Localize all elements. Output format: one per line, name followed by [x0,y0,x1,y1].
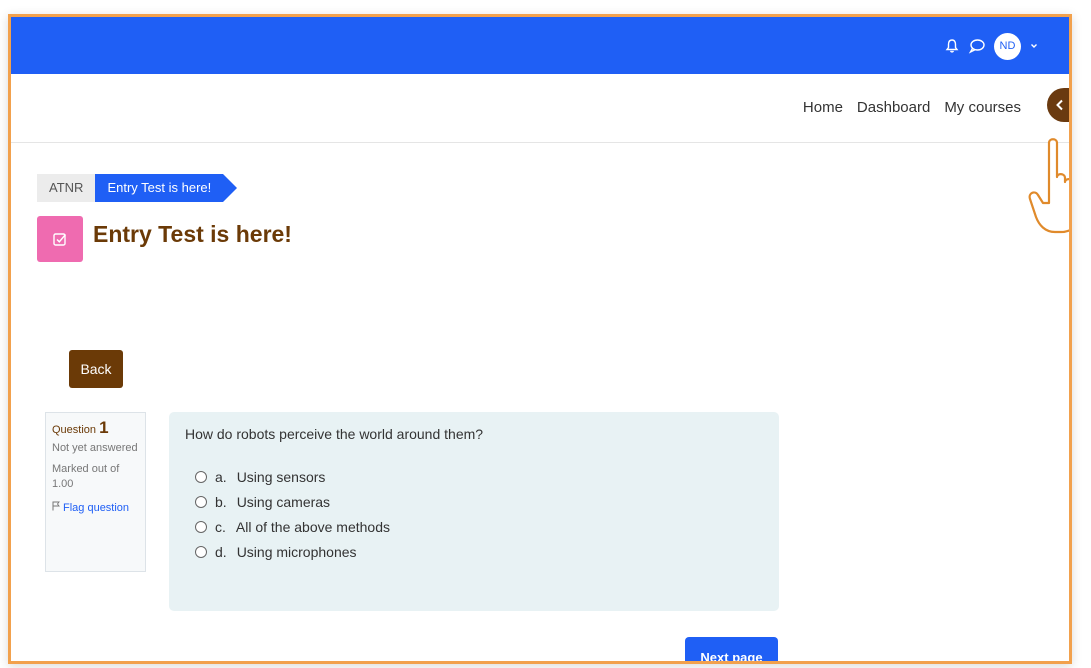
answer-option-d[interactable]: d. Using microphones [195,539,763,564]
primary-navigation: Home Dashboard My courses [11,74,1069,143]
answer-letter: d. [215,543,227,560]
question-info-panel: Question 1 Not yet answered Marked out o… [45,412,146,572]
open-drawer-button[interactable] [1047,88,1069,122]
notification-bell-icon[interactable] [944,38,960,54]
chevron-left-icon [1056,99,1063,111]
flag-question-link[interactable]: Flag question [52,501,139,516]
nav-links: Home Dashboard My courses [803,99,1021,116]
nav-link-my-courses[interactable]: My courses [944,99,1021,116]
quiz-icon [37,216,83,262]
question-state: Not yet answered [52,442,138,454]
answer-option-c[interactable]: c. All of the above methods [195,514,763,539]
question-grade: Marked out of 1.00 [52,463,120,490]
messages-icon[interactable] [968,38,986,54]
flag-icon [52,501,60,516]
flag-question-label: Flag question [63,502,130,514]
breadcrumb-current: Entry Test is here! [95,174,238,202]
page-header: Entry Test is here! [37,216,292,262]
radio-button[interactable] [195,545,207,558]
radio-button[interactable] [195,520,207,533]
radio-button[interactable] [195,495,207,508]
question-number: 1 [99,418,109,437]
back-button[interactable]: Back [69,350,123,388]
radio-button[interactable] [195,470,207,483]
answer-letter: a. [215,468,227,485]
next-page-button[interactable]: Next page [685,637,778,661]
answer-text: Using microphones [236,543,357,560]
question-content: How do robots perceive the world around … [169,412,779,611]
answer-text: Using cameras [236,493,331,510]
nav-link-dashboard[interactable]: Dashboard [857,99,930,116]
page-title: Entry Test is here! [93,221,292,247]
user-menu-chevron-down-icon[interactable] [1029,41,1039,51]
question-text: How do robots perceive the world around … [185,426,484,442]
answer-option-b[interactable]: b. Using cameras [195,489,763,514]
breadcrumb-course-link[interactable]: ATNR [37,174,96,202]
user-avatar[interactable]: ND [994,32,1021,60]
nav-link-home[interactable]: Home [803,99,843,116]
pointing-hand-icon [1027,137,1069,242]
answer-text: All of the above methods [235,518,390,535]
top-bar: ND [11,17,1069,74]
answer-letter: b. [215,493,227,510]
breadcrumb: ATNR Entry Test is here! [37,174,238,202]
answer-option-a[interactable]: a. Using sensors [195,464,763,489]
question-label: Question [52,424,97,436]
answer-text: Using sensors [236,468,326,485]
answer-letter: c. [215,518,226,535]
browser-frame: ND Home Dashboard My courses ATNR Entry … [8,14,1072,664]
topbar-icons: ND [944,32,1039,60]
